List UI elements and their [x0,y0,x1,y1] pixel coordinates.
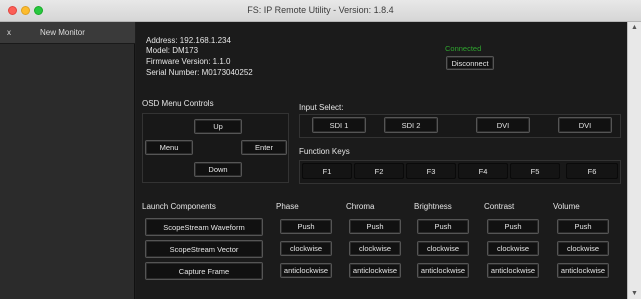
title-bar: FS: IP Remote Utility - Version: 1.8.4 [0,0,641,22]
contrast-push-button[interactable]: Push [487,219,539,234]
osd-up-button[interactable]: Up [194,119,242,134]
osd-controls-title: OSD Menu Controls [142,99,214,108]
disconnect-button[interactable]: Disconnect [446,56,494,70]
vertical-scrollbar[interactable]: ▲ ▼ [627,22,641,299]
volume-clockwise-button[interactable]: clockwise [557,241,609,256]
contrast-clockwise-button[interactable]: clockwise [487,241,539,256]
volume-title: Volume [553,202,580,211]
function-key-f3[interactable]: F3 [406,163,456,179]
scopestream-waveform-button[interactable]: ScopeStream Waveform [145,218,263,236]
osd-menu-button[interactable]: Menu [145,140,193,155]
volume-push-button[interactable]: Push [557,219,609,234]
function-key-f1[interactable]: F1 [302,163,352,179]
input-sdi1-button[interactable]: SDI 1 [312,117,366,133]
chroma-title: Chroma [346,202,375,211]
phase-push-button[interactable]: Push [280,219,332,234]
monitor-list-panel: x New Monitor [0,22,135,299]
tab-label: New Monitor [40,28,85,37]
brightness-anticlockwise-button[interactable]: anticlockwise [417,263,469,278]
window-title: FS: IP Remote Utility - Version: 1.8.4 [247,5,394,15]
firmware-version: Firmware Version: 1.1.0 [146,57,231,66]
input-sdi2-button[interactable]: SDI 2 [384,117,438,133]
scopestream-vector-button[interactable]: ScopeStream Vector [145,240,263,258]
input-dvi-button[interactable]: DVI [476,117,530,133]
contrast-title: Contrast [484,202,515,211]
chroma-push-button[interactable]: Push [349,219,401,234]
phase-anticlockwise-button[interactable]: anticlockwise [280,263,332,278]
scroll-up-icon[interactable]: ▲ [631,24,638,31]
volume-anticlockwise-button[interactable]: anticlockwise [557,263,609,278]
phase-title: Phase [276,202,299,211]
scroll-down-icon[interactable]: ▼ [631,290,638,297]
brightness-title: Brightness [414,202,452,211]
function-key-f5[interactable]: F5 [510,163,560,179]
connection-status: Connected [445,44,482,53]
input-dvi2-button[interactable]: DVI [558,117,612,133]
input-select-title: Input Select: [299,103,344,112]
device-model: Model: DM173 [146,46,199,55]
launch-components-title: Launch Components [142,202,216,211]
brightness-push-button[interactable]: Push [417,219,469,234]
serial-number: Serial Number: M0173040252 [146,68,253,77]
tab-close-icon[interactable]: x [7,28,11,37]
device-address: Address: 192.168.1.234 [146,36,231,45]
brightness-clockwise-button[interactable]: clockwise [417,241,469,256]
function-key-f4[interactable]: F4 [458,163,508,179]
function-keys-title: Function Keys [299,147,350,156]
osd-enter-button[interactable]: Enter [241,140,287,155]
function-key-f2[interactable]: F2 [354,163,404,179]
function-key-f6[interactable]: F6 [566,163,618,179]
capture-frame-button[interactable]: Capture Frame [145,262,263,280]
tab-new-monitor[interactable]: x New Monitor [0,22,135,44]
contrast-anticlockwise-button[interactable]: anticlockwise [487,263,539,278]
osd-down-button[interactable]: Down [194,162,242,177]
phase-clockwise-button[interactable]: clockwise [280,241,332,256]
chroma-clockwise-button[interactable]: clockwise [349,241,401,256]
chroma-anticlockwise-button[interactable]: anticlockwise [349,263,401,278]
